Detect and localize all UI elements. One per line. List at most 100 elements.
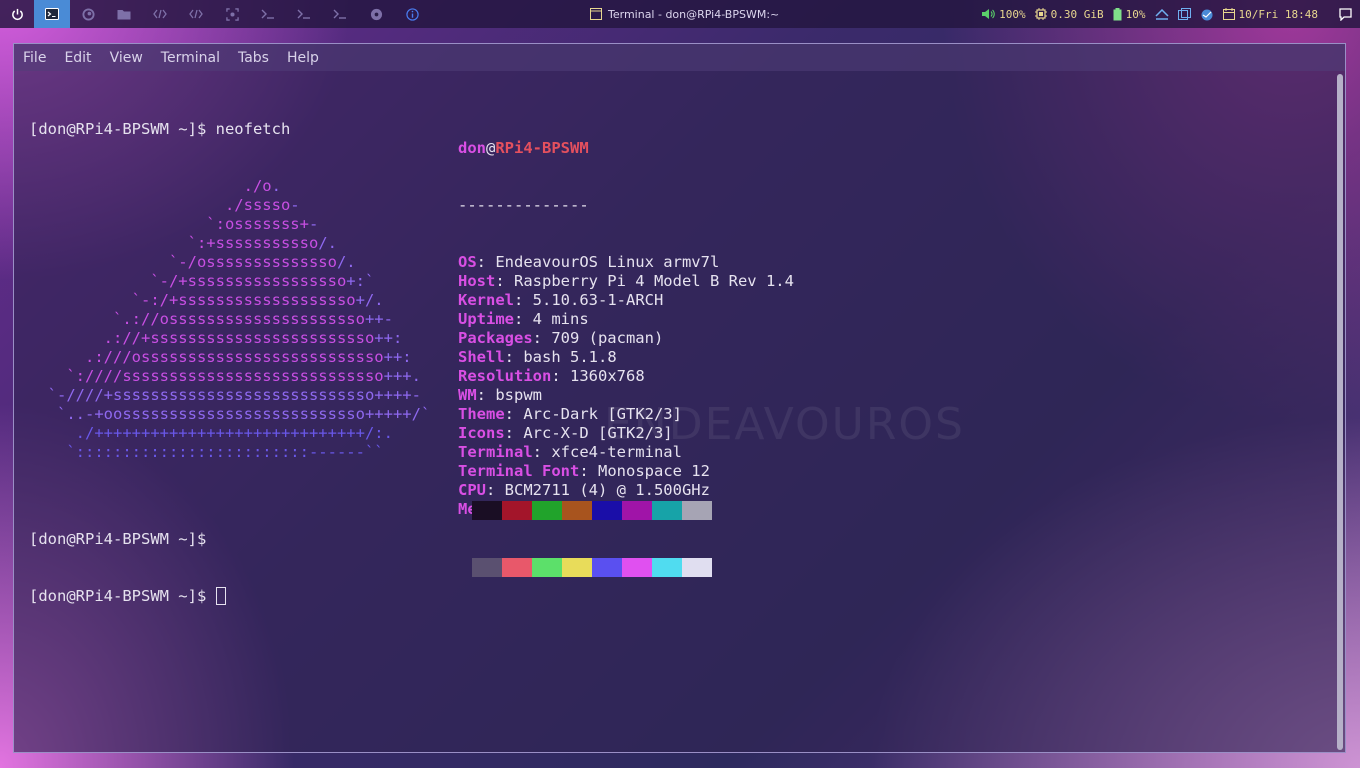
info-separator: -------------- (458, 196, 589, 214)
workspace-info[interactable] (394, 0, 430, 28)
info-row: Host: Raspberry Pi 4 Model B Rev 1.4 (458, 272, 794, 291)
window-title-area: Terminal - don@RPi4-BPSWM:~ (590, 0, 779, 28)
info-row: Resolution: 1360x768 (458, 367, 794, 386)
clock[interactable]: 10/Fri 18:48 (1222, 7, 1318, 21)
ascii-logo: ./o. ./sssso- `:osssssss+- `:+ssssssssss… (29, 177, 431, 462)
eject-tray[interactable] (1154, 8, 1169, 20)
ascii-logo-line: `..-+oossssssssssssssssssssssssso+++++/` (29, 405, 430, 424)
workspace-code-2[interactable] (178, 0, 214, 28)
volume-indicator[interactable]: 100% (981, 8, 1026, 21)
ascii-logo-line: `-:/+sssssssssssssssssso+/. (29, 291, 430, 310)
info-value: : 709 (pacman) (532, 329, 664, 347)
ascii-logo-body: .:///ossssssssssssssssssssssssso (29, 348, 384, 366)
ascii-logo-body: `-/+sssssssssssssssso (29, 272, 347, 290)
volume-value: 100% (999, 7, 1026, 21)
color-swatch (652, 501, 682, 520)
ascii-logo-edge: +/. (355, 291, 384, 309)
menu-help[interactable]: Help (278, 50, 328, 66)
workspace-shell-3[interactable] (322, 0, 358, 28)
ascii-logo-edge: +:` (346, 272, 375, 290)
info-value: : Arc-Dark [GTK2/3] (504, 405, 682, 423)
workspace-shell-2[interactable] (286, 0, 322, 28)
menu-terminal[interactable]: Terminal (152, 50, 229, 66)
ascii-logo-body: `-////+ssssssssssssssssssssssssssso (29, 386, 375, 404)
info-row: Icons: Arc-X-D [GTK2/3] (458, 424, 794, 443)
color-swatch (622, 501, 652, 520)
mail-tray[interactable] (1200, 8, 1214, 21)
ascii-logo-body: ./o (29, 177, 272, 195)
color-swatch (532, 501, 562, 520)
workspace-code-1[interactable] (142, 0, 178, 28)
power-button[interactable] (0, 0, 34, 28)
ascii-logo-line: `:::::::::::::::::::::::::------`` (29, 443, 430, 462)
battery-icon (1113, 7, 1122, 20)
info-row: Kernel: 5.10.63-1-ARCH (458, 291, 794, 310)
color-swatch (502, 501, 532, 520)
ascii-logo-line: `-/+sssssssssssssssso+:` (29, 272, 430, 291)
prompt-line-active: [don@RPi4-BPSWM ~]$ (29, 587, 226, 606)
code-icon (153, 9, 167, 19)
workspace-screenshot[interactable] (214, 0, 250, 28)
menu-tabs[interactable]: Tabs (229, 50, 278, 66)
ascii-logo-line: `:+sssssssssso/. (29, 234, 430, 253)
ascii-logo-line: ./o. (29, 177, 430, 196)
message-icon (1339, 7, 1352, 21)
ascii-logo-edge: . (271, 177, 281, 195)
color-swatch (682, 558, 712, 577)
volume-icon (982, 9, 995, 19)
info-row: Terminal: xfce4-terminal (458, 443, 794, 462)
info-key: Uptime (458, 310, 514, 328)
text-cursor (215, 587, 226, 605)
status-area: 100% 0.30 GiB 10% 10/Fri 18:48 (981, 0, 1360, 28)
info-key: WM (458, 386, 477, 404)
info-row: Uptime: 4 mins (458, 310, 794, 329)
menu-view[interactable]: View (101, 50, 152, 66)
workspace-files[interactable] (106, 0, 142, 28)
windows-tray[interactable] (1177, 8, 1191, 20)
color-palette (472, 463, 712, 615)
color-swatch (652, 558, 682, 577)
workspace-browser[interactable] (70, 0, 106, 28)
info-key: Theme (458, 405, 505, 423)
info-key: Packages (458, 329, 533, 347)
windows-icon (1177, 8, 1191, 20)
color-swatch (502, 558, 532, 577)
terminal-window[interactable]: File Edit View Terminal Tabs Help ENDEAV… (13, 43, 1346, 753)
terminal-prompt-icon (333, 9, 346, 19)
ascii-logo-body: `..-+oossssssssssssssssssssssssso (29, 405, 365, 423)
workspace-shell-1[interactable] (250, 0, 286, 28)
clock-value: 10/Fri 18:48 (1238, 7, 1318, 21)
info-row: WM: bspwm (458, 386, 794, 405)
info-value: : bspwm (476, 386, 542, 404)
info-key: Icons (458, 424, 505, 442)
info-key: Host (458, 272, 496, 290)
ascii-logo-edge: /. (336, 253, 356, 271)
info-key: Shell (458, 348, 505, 366)
info-value: : 1360x768 (551, 367, 645, 385)
workspace-settings[interactable] (358, 0, 394, 28)
ascii-logo-edge: ++- (364, 310, 393, 328)
menu-edit[interactable]: Edit (55, 50, 100, 66)
color-swatch (592, 501, 622, 520)
window-icon (590, 8, 602, 20)
ascii-logo-edge: +++. (383, 367, 421, 385)
info-key: OS (458, 253, 477, 271)
scrollbar-thumb[interactable] (1337, 74, 1343, 750)
calendar-icon (1222, 8, 1235, 20)
prompt-area: [don@RPi4-BPSWM ~]$ [don@RPi4-BPSWM ~]$ (29, 492, 226, 644)
command: neofetch (206, 120, 291, 138)
info-value: : Raspberry Pi 4 Model B Rev 1.4 (495, 272, 794, 290)
ascii-logo-body: `:osssssss+ (29, 215, 309, 233)
info-row: Packages: 709 (pacman) (458, 329, 794, 348)
workspace-terminal[interactable] (34, 0, 70, 28)
terminal-output[interactable]: [don@RPi4-BPSWM ~]$ neofetch ./o. ./ssss… (29, 82, 794, 614)
info-title: don@RPi4-BPSWM (458, 139, 794, 158)
menu-file[interactable]: File (14, 50, 55, 66)
info-value: : bash 5.1.8 (504, 348, 617, 366)
info-row: Theme: Arc-Dark [GTK2/3] (458, 405, 794, 424)
ascii-logo-body: ./+++++++++++++++++++++++++++++/:. (29, 424, 393, 442)
scrollbar[interactable] (1336, 72, 1344, 752)
ascii-logo-line: `-////+ssssssssssssssssssssssssssso++++- (29, 386, 430, 405)
ascii-logo-body: ./sssso (29, 196, 291, 214)
notification-tray[interactable] (1339, 7, 1352, 21)
